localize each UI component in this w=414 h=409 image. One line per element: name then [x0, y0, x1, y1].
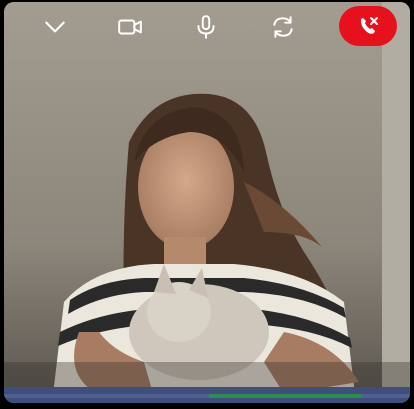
- chevron-down-icon: [45, 21, 65, 33]
- switch-camera-icon: [273, 16, 293, 38]
- collapse-button[interactable]: [36, 8, 74, 46]
- mute-button[interactable]: [187, 8, 225, 46]
- remote-video-feed: [4, 2, 410, 403]
- video-call-window: [4, 2, 410, 403]
- progress-fill: [209, 394, 363, 398]
- call-toolbar: [4, 2, 410, 52]
- video-toggle-button[interactable]: [111, 8, 149, 46]
- end-call-button[interactable]: [339, 6, 397, 46]
- call-progress-bar: [4, 387, 410, 403]
- video-camera-icon: [118, 19, 142, 35]
- microphone-icon: [197, 15, 215, 39]
- end-call-icon: [360, 17, 378, 34]
- switch-camera-button[interactable]: [264, 8, 302, 46]
